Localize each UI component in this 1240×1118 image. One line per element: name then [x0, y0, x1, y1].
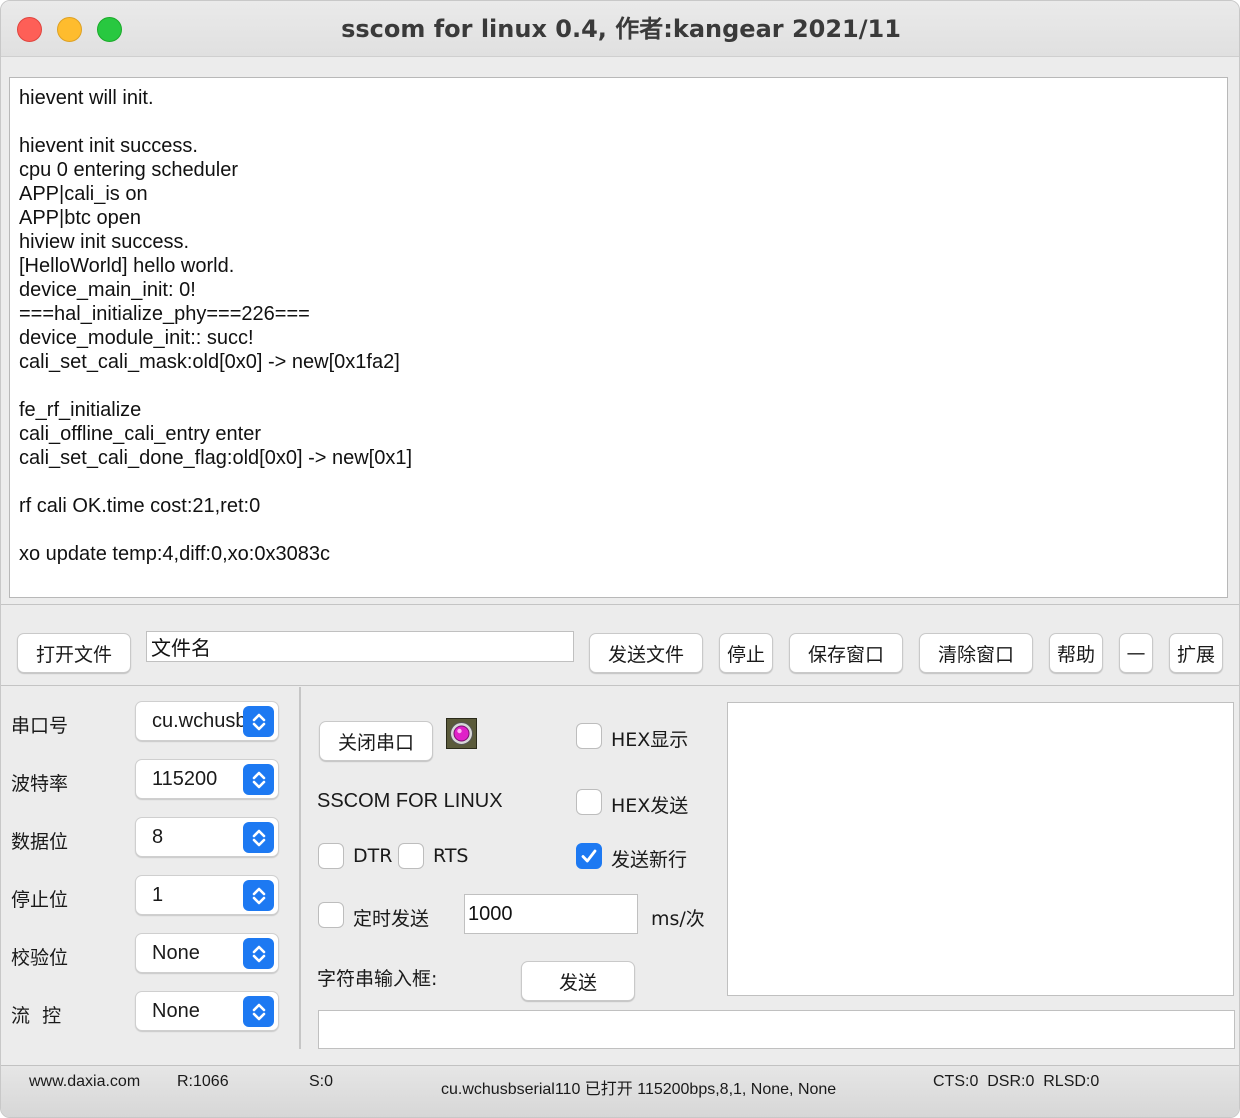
- stopbits-select-value: 1: [152, 884, 164, 906]
- website-link[interactable]: www.daxia.com: [29, 1073, 140, 1091]
- status-bar: www.daxia.com R:1066 S:0 cu.wchusbserial…: [1, 1065, 1239, 1117]
- close-port-button[interactable]: 关闭串口: [319, 721, 433, 761]
- log-line: fe_rf_initialize: [19, 399, 142, 421]
- stopbits-select[interactable]: 1: [135, 875, 279, 915]
- send-file-button[interactable]: 发送文件: [589, 633, 703, 673]
- log-line: rf cali OK.time cost:21,ret:0: [19, 495, 261, 517]
- dtr-checkbox[interactable]: [318, 843, 344, 869]
- hex-send-label: HEX发送: [611, 795, 689, 817]
- log-line: cpu 0 entering scheduler: [19, 159, 239, 181]
- baud-label: 波特率: [11, 773, 69, 795]
- log-line: cali_offline_cali_entry enter: [19, 423, 262, 445]
- log-line: APP|cali_is on: [19, 183, 148, 205]
- help-button[interactable]: 帮助: [1049, 633, 1103, 673]
- parity-select-value: None: [152, 942, 200, 964]
- line-status: CTS:0 DSR:0 RLSD:0: [933, 1073, 1100, 1090]
- baud-select[interactable]: 115200: [135, 759, 279, 799]
- hex-send-checkbox[interactable]: [576, 789, 602, 815]
- log-line: cali_set_cali_mask:old[0x0] -> new[0x1fa…: [19, 351, 400, 373]
- port-select[interactable]: cu.wchusbserial110: [135, 701, 279, 741]
- checkmark-icon: [581, 849, 597, 863]
- sent-count: S:0: [309, 1073, 334, 1090]
- updown-chevron-icon: [243, 938, 274, 969]
- send-newline-checkbox[interactable]: [576, 843, 602, 869]
- databits-select-value: 8: [152, 826, 164, 848]
- port-label: 串口号: [11, 715, 69, 737]
- send-area[interactable]: [727, 702, 1234, 996]
- filename-input[interactable]: 文件名: [146, 631, 574, 662]
- rts-checkbox[interactable]: [398, 843, 424, 869]
- brand-label: SSCOM FOR LINUX: [317, 790, 503, 812]
- send-newline-label: 发送新行: [611, 849, 688, 871]
- port-select-value: cu.wchusbserial110: [152, 710, 244, 732]
- hex-display-checkbox[interactable]: [576, 723, 602, 749]
- log-line: device_module_init:: succ!: [19, 327, 254, 349]
- log-line: hiview init success.: [19, 231, 190, 253]
- collapse-button[interactable]: —: [1119, 633, 1153, 673]
- log-line: xo update temp:4,diff:0,xo:0x3083c: [19, 543, 330, 565]
- received-count: R:1066: [177, 1073, 229, 1090]
- port-open-led-icon: [446, 718, 477, 749]
- clear-window-button[interactable]: 清除窗口: [919, 633, 1033, 673]
- divider: [1, 604, 1239, 605]
- send-button[interactable]: 发送: [521, 961, 635, 1001]
- parity-select[interactable]: None: [135, 933, 279, 973]
- string-send-input[interactable]: [318, 1010, 1235, 1049]
- expand-button[interactable]: 扩展: [1169, 633, 1223, 673]
- dtr-label: DTR: [353, 845, 393, 867]
- log-line: device_main_init: 0!: [19, 279, 196, 301]
- string-input-label: 字符串输入框:: [317, 968, 438, 990]
- stopbits-label: 停止位: [11, 889, 69, 911]
- interval-unit-label: ms/次: [651, 908, 705, 930]
- log-line: cali_set_cali_done_flag:old[0x0] -> new[…: [19, 447, 413, 469]
- flow-control-select-value: None: [152, 1000, 200, 1022]
- receive-log[interactable]: hievent will init. hievent init success. c…: [9, 77, 1228, 598]
- flow-control-select[interactable]: None: [135, 991, 279, 1031]
- log-line: hievent init success.: [19, 135, 198, 157]
- flow-control-label: 流 控: [11, 1005, 62, 1027]
- updown-chevron-icon: [243, 764, 274, 795]
- title-bar: sscom for linux 0.4, 作者:kangear 2021/11: [1, 1, 1239, 57]
- port-status: cu.wchusbserial110 已打开 115200bps,8,1, No…: [441, 1081, 837, 1098]
- save-window-button[interactable]: 保存窗口: [789, 633, 903, 673]
- databits-select[interactable]: 8: [135, 817, 279, 857]
- updown-chevron-icon: [243, 706, 274, 737]
- updown-chevron-icon: [243, 822, 274, 853]
- timed-send-checkbox[interactable]: [318, 902, 344, 928]
- baud-select-value: 115200: [152, 768, 218, 790]
- rts-label: RTS: [433, 845, 469, 867]
- log-line: hievent will init.: [19, 87, 154, 109]
- interval-input[interactable]: 1000: [464, 894, 638, 934]
- hex-display-label: HEX显示: [611, 729, 689, 751]
- panel-divider: [299, 687, 301, 1049]
- log-line: ===hal_initialize_phy===226===: [19, 303, 310, 325]
- app-window: sscom for linux 0.4, 作者:kangear 2021/11 …: [0, 0, 1240, 1118]
- timed-send-label: 定时发送: [353, 908, 430, 930]
- updown-chevron-icon: [243, 880, 274, 911]
- divider: [1, 685, 1239, 686]
- databits-label: 数据位: [11, 831, 69, 853]
- window-title: sscom for linux 0.4, 作者:kangear 2021/11: [341, 15, 901, 43]
- log-line: APP|btc open: [19, 207, 141, 229]
- open-file-button[interactable]: 打开文件: [17, 633, 131, 673]
- stop-button[interactable]: 停止: [719, 633, 773, 673]
- updown-chevron-icon: [243, 996, 274, 1027]
- parity-label: 校验位: [11, 947, 69, 969]
- log-line: [HelloWorld] hello world.: [19, 255, 235, 277]
